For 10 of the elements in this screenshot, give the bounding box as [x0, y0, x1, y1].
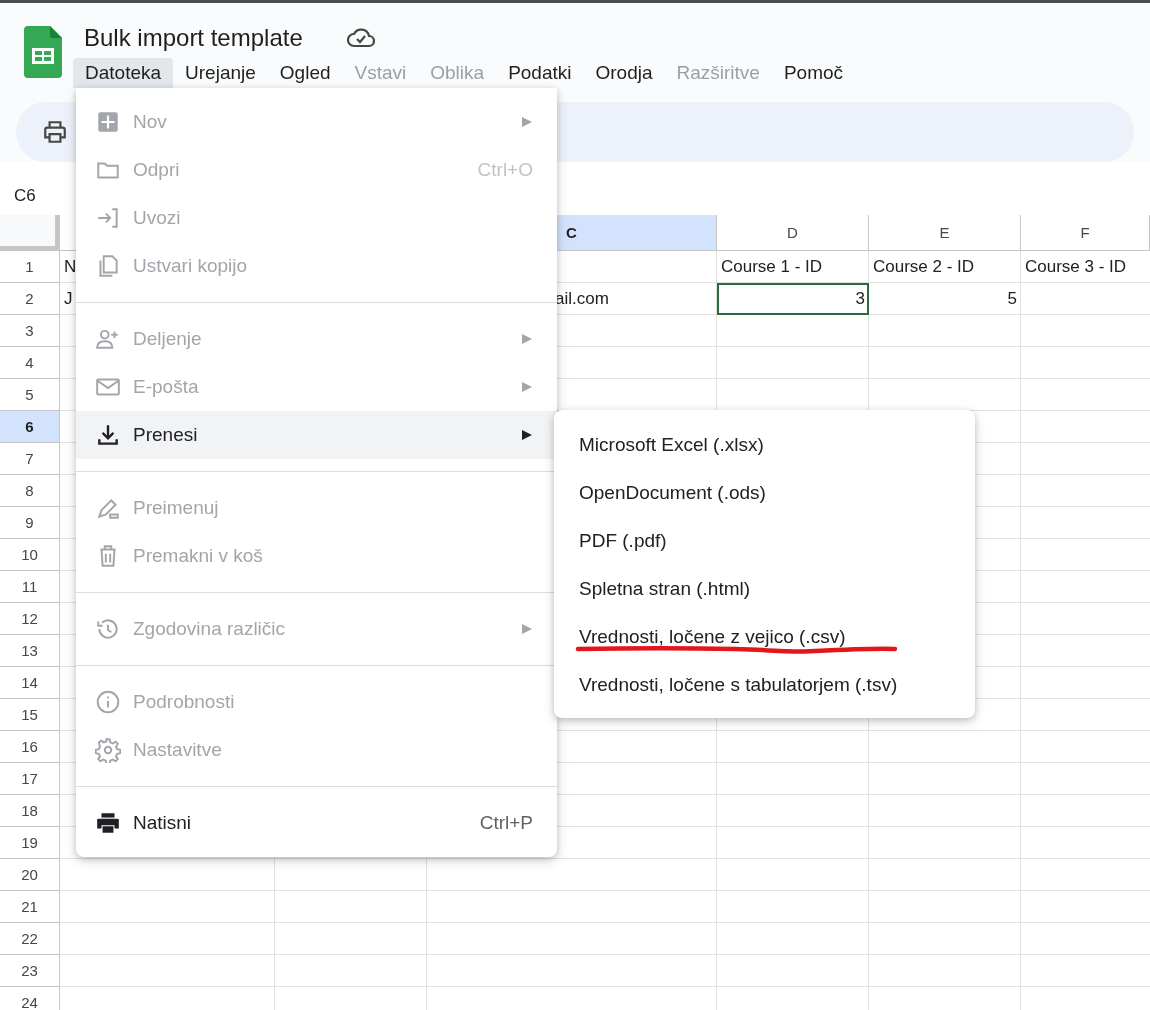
table-cell: 5 — [1007, 289, 1017, 308]
table-cell: Course 3 - ID — [1025, 257, 1127, 276]
table-cell: J — [64, 289, 73, 308]
table-cell: ail.com — [555, 289, 609, 308]
table-cell: 3 — [855, 289, 865, 308]
shortcut-label: Ctrl+O — [477, 159, 533, 181]
shortcut-label: Ctrl+P — [479, 812, 533, 834]
table-cell: N — [64, 257, 77, 276]
table-cell: Course 2 - ID — [873, 257, 975, 276]
table-cell: Course 1 - ID — [721, 257, 823, 276]
